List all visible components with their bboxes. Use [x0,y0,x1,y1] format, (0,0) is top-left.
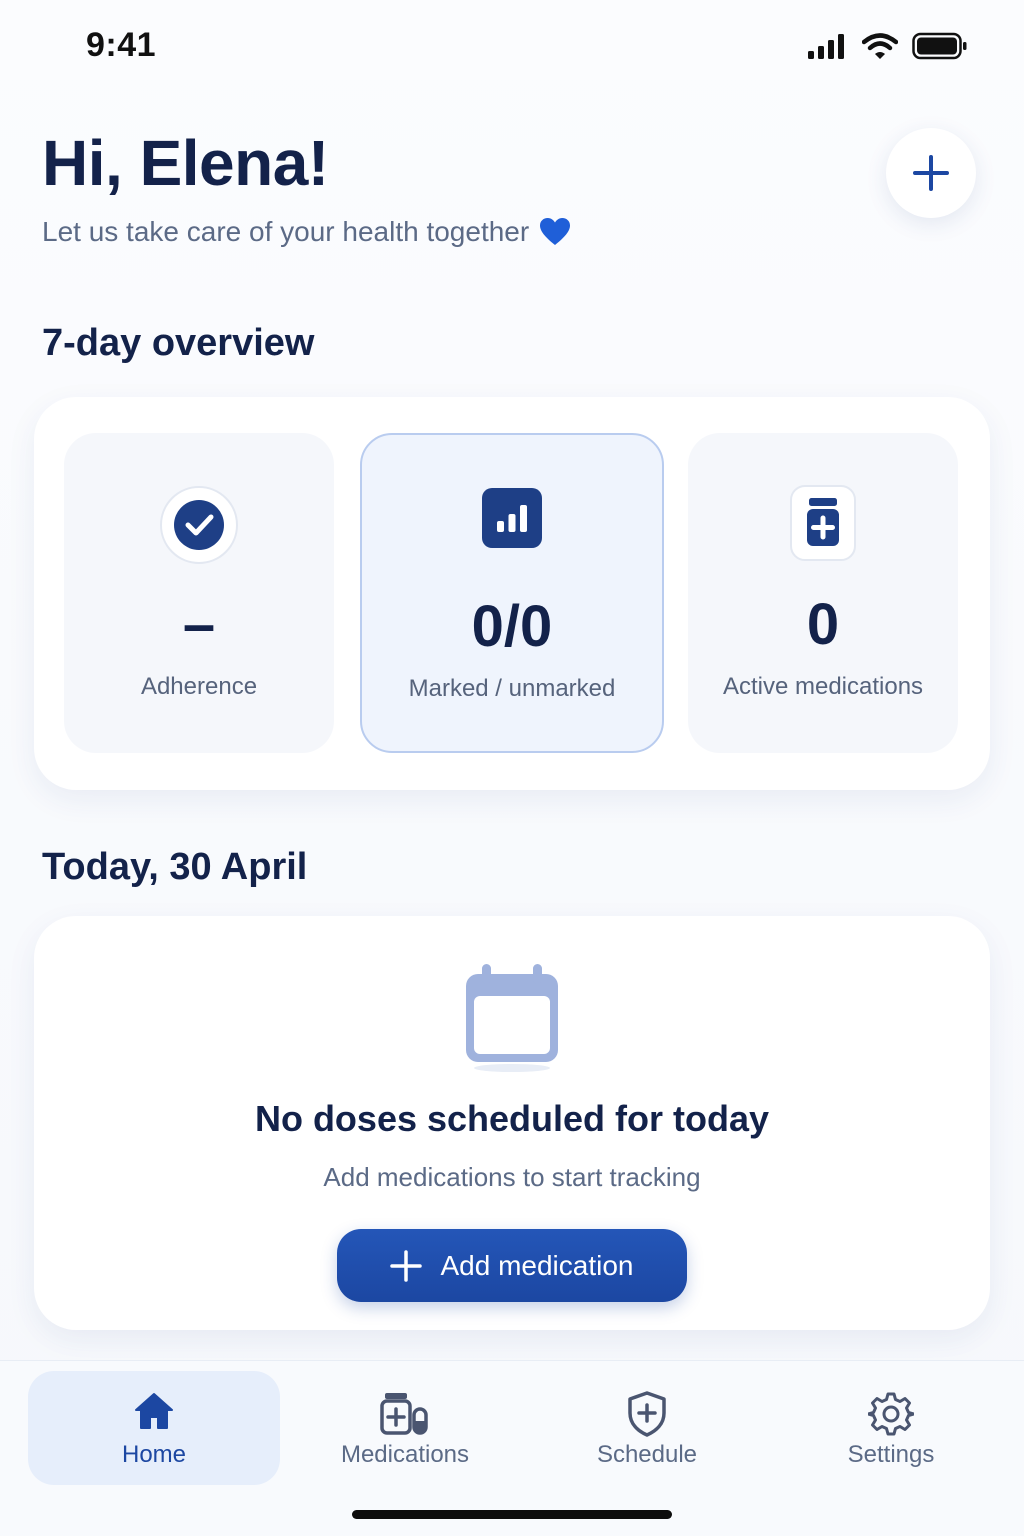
tab-schedule[interactable]: Schedule [521,1371,773,1485]
status-icons [808,32,968,60]
stat-adherence[interactable]: – Adherence [64,433,334,753]
empty-state-title: No doses scheduled for today [254,1098,770,1139]
gear-icon [868,1392,914,1436]
stat-active-medications[interactable]: 0 Active medications [688,433,958,753]
status-bar: 9:41 [0,0,1024,92]
calendar-icon-wrapper [462,962,562,1079]
add-medication-button[interactable]: Add medication [337,1229,687,1302]
home-icon [135,1393,173,1429]
stat-label: Active medications [722,673,924,700]
header: Hi, Elena! Let us take care of your heal… [42,126,982,256]
wifi-icon [862,33,898,59]
tab-label: Home [121,1441,187,1468]
blue-heart-icon [540,218,571,245]
medicine-bottle-icon [790,485,856,561]
tab-medications[interactable]: Medications [279,1371,531,1485]
tab-home[interactable]: Home [28,1371,280,1485]
stat-value: – [182,592,216,657]
battery-icon [912,32,967,60]
overview-card: – Adherence 0/0 Marked / unmarked 0 Acti… [34,397,990,790]
stat-marked-unmarked[interactable]: 0/0 Marked / unmarked [360,433,664,753]
stat-icon-wrapper [790,485,856,566]
stat-icon-wrapper [481,487,543,554]
add-button[interactable] [886,128,976,218]
subtitle-text: Let us take care of your health together [42,216,530,247]
add-medication-label: Add medication [440,1249,634,1281]
today-title: Today, 30 April [42,846,308,888]
stat-icon-wrapper [159,485,239,570]
stat-label: Marked / unmarked [408,675,616,702]
shield-plus-icon [628,1391,666,1437]
plus-icon [913,155,949,191]
plus-icon [390,1249,423,1282]
header-subtitle: Let us take care of your health together [42,216,982,248]
tab-settings[interactable]: Settings [765,1371,1017,1485]
overview-title: 7-day overview [42,322,315,364]
stat-value: 0/0 [471,594,553,659]
check-circle-icon [160,486,238,564]
tab-label: Settings [847,1441,935,1468]
stat-value: 0 [806,592,840,657]
signal-icon [808,34,844,59]
medications-icon [380,1393,428,1435]
stat-label: Adherence [140,673,258,700]
today-card: No doses scheduled for today Add medicat… [34,916,990,1330]
status-time: 9:41 [86,26,157,64]
calendar-icon [466,964,558,1072]
empty-state-subtitle: Add medications to start tracking [323,1162,701,1192]
home-indicator [352,1510,672,1519]
bar-chart-icon [482,488,542,548]
tab-label: Schedule [596,1441,698,1468]
tab-label: Medications [340,1441,470,1468]
greeting: Hi, Elena! [42,127,329,199]
